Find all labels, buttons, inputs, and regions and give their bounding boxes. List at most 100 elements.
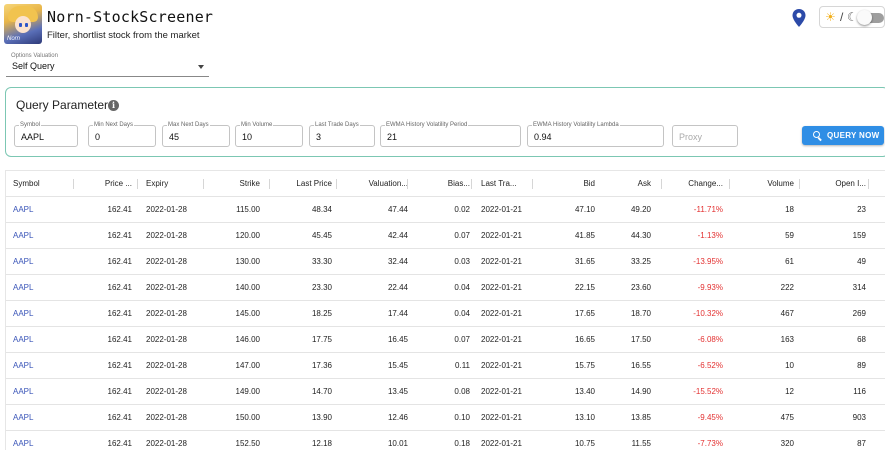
table-row[interactable]: AAPL 162.41 2022-01-28 150.00 13.90 12.46 0.10… (6, 405, 885, 431)
column-separator[interactable] (532, 179, 533, 189)
ewma-lambda-value[interactable]: 0.94 (534, 132, 552, 142)
cell-last-price: 23.30 (311, 283, 332, 292)
column-header-price[interactable]: Price ... (76, 171, 132, 197)
cell-symbol[interactable]: AAPL (13, 405, 73, 431)
column-header-bid[interactable]: Bid (546, 171, 595, 197)
column-header-expiry[interactable]: Expiry (146, 171, 206, 197)
last-trade-days-value[interactable]: 3 (316, 132, 321, 142)
table-row[interactable]: AAPL 162.41 2022-01-28 115.00 48.34 47.44 0.02… (6, 197, 885, 223)
table-row[interactable]: AAPL 162.41 2022-01-28 140.00 23.30 22.44 0.04… (6, 275, 885, 301)
column-header-last-trade[interactable]: Last Tra... (481, 171, 551, 197)
query-now-button[interactable]: QUERY NOW (802, 126, 884, 145)
column-separator[interactable] (471, 179, 472, 189)
cell-bid: 17.65 (574, 309, 595, 318)
ewma-period-field[interactable]: EWMA History Volatility Period 21 (380, 122, 521, 147)
column-header-symbol[interactable]: Symbol (13, 171, 73, 197)
column-separator[interactable] (336, 179, 337, 189)
cell-bid: 22.15 (574, 283, 595, 292)
column-separator[interactable] (269, 179, 270, 189)
cell-open-interest: 116 (853, 387, 866, 396)
options-valuation-select[interactable]: Options Valuation Self Query (6, 53, 209, 77)
min-volume-label: Min Volume (240, 122, 274, 128)
query-parameters-title: Query Parameters (16, 98, 115, 112)
cell-change: -9.93% (697, 283, 723, 292)
cell-last-trade: 2022-01-21 (481, 361, 522, 370)
column-header-last-price[interactable]: Last Price (276, 171, 332, 197)
cell-bias: 0.03 (454, 257, 470, 266)
max-next-days-label: Max Next Days (167, 122, 210, 128)
min-next-days-field[interactable]: Min Next Days 0 (88, 122, 156, 147)
cell-change: -10.32% (693, 309, 723, 318)
table-row[interactable]: AAPL 162.41 2022-01-28 120.00 45.45 42.44 0.07… (6, 223, 885, 249)
cell-valuation: 42.44 (387, 231, 408, 240)
cell-symbol[interactable]: AAPL (13, 275, 73, 301)
location-pin-icon[interactable] (791, 8, 807, 28)
column-separator[interactable] (868, 179, 869, 189)
table-row[interactable]: AAPL 162.41 2022-01-28 147.00 17.36 15.45 0.11… (6, 353, 885, 379)
cell-symbol[interactable]: AAPL (13, 431, 73, 450)
proxy-placeholder[interactable]: Proxy (679, 132, 702, 142)
symbol-field-value[interactable]: AAPL (21, 132, 44, 142)
caret-down-icon[interactable] (198, 65, 204, 69)
cell-expiry: 2022-01-28 (146, 413, 187, 422)
min-volume-field[interactable]: Min Volume 10 (235, 122, 303, 147)
column-separator[interactable] (137, 179, 138, 189)
cell-price: 162.41 (107, 283, 132, 292)
proxy-field[interactable]: Proxy (672, 125, 738, 147)
cell-symbol[interactable]: AAPL (13, 223, 73, 249)
cell-symbol[interactable]: AAPL (13, 379, 73, 405)
column-header-ask[interactable]: Ask (606, 171, 651, 197)
last-trade-days-label: Last Trade Days (314, 122, 360, 128)
cell-symbol[interactable]: AAPL (13, 249, 73, 275)
column-separator[interactable] (799, 179, 800, 189)
cell-price: 162.41 (107, 205, 132, 214)
column-separator[interactable] (407, 179, 408, 189)
cell-symbol[interactable]: AAPL (13, 301, 73, 327)
cell-symbol[interactable]: AAPL (13, 353, 73, 379)
max-next-days-field[interactable]: Max Next Days 45 (162, 122, 230, 147)
column-header-volume[interactable]: Volume (726, 171, 794, 197)
min-next-days-value[interactable]: 0 (95, 132, 100, 142)
cell-price: 162.41 (107, 309, 132, 318)
cell-last-trade: 2022-01-21 (481, 231, 522, 240)
symbol-field[interactable]: Symbol AAPL (14, 122, 78, 147)
cell-last-trade: 2022-01-21 (481, 283, 522, 292)
table-row[interactable]: AAPL 162.41 2022-01-28 146.00 17.75 16.45 0.07… (6, 327, 885, 353)
column-header-change[interactable]: Change... (666, 171, 723, 197)
cell-last-trade: 2022-01-21 (481, 257, 522, 266)
cell-volume: 222 (780, 283, 794, 292)
column-header-open-interest[interactable]: Open I... (806, 171, 866, 197)
column-separator[interactable] (203, 179, 204, 189)
cell-price: 162.41 (107, 361, 132, 370)
column-separator[interactable] (661, 179, 662, 189)
column-header-valuation[interactable]: Valuation... (346, 171, 408, 197)
ewma-lambda-field[interactable]: EWMA History Volatility Lambda 0.94 (527, 122, 664, 147)
table-header-row: Symbol Price ... Expiry Strike Last Price Val… (6, 171, 885, 197)
cell-volume: 61 (785, 257, 794, 266)
theme-switch-thumb[interactable] (857, 10, 872, 25)
table-row[interactable]: AAPL 162.41 2022-01-28 130.00 33.30 32.44 0.03… (6, 249, 885, 275)
table-row[interactable]: AAPL 162.41 2022-01-28 149.00 14.70 13.45 0.08… (6, 379, 885, 405)
ewma-period-value[interactable]: 21 (387, 132, 397, 142)
cell-change: -6.08% (697, 335, 723, 344)
last-trade-days-field[interactable]: Last Trade Days 3 (309, 122, 375, 147)
max-next-days-value[interactable]: 45 (169, 132, 179, 142)
table-row[interactable]: AAPL 162.41 2022-01-28 145.00 18.25 17.44 0.04… (6, 301, 885, 327)
column-separator[interactable] (729, 179, 730, 189)
cell-symbol[interactable]: AAPL (13, 327, 73, 353)
table-row[interactable]: AAPL 162.41 2022-01-28 152.50 12.18 10.01 0.18… (6, 431, 885, 450)
info-icon[interactable]: i (108, 100, 119, 111)
cell-change: -13.95% (693, 257, 723, 266)
cell-expiry: 2022-01-28 (146, 335, 187, 344)
column-header-strike[interactable]: Strike (206, 171, 260, 197)
min-volume-value[interactable]: 10 (242, 132, 252, 142)
column-header-bias[interactable]: Bias... (416, 171, 470, 197)
column-separator[interactable] (73, 179, 74, 189)
cell-expiry: 2022-01-28 (146, 387, 187, 396)
cell-valuation: 17.44 (387, 309, 408, 318)
cell-ask: 14.90 (630, 387, 651, 396)
cell-expiry: 2022-01-28 (146, 231, 187, 240)
theme-toggle[interactable]: ☀ / ☾ (819, 6, 885, 28)
cell-strike: 120.00 (235, 231, 260, 240)
cell-symbol[interactable]: AAPL (13, 197, 73, 223)
